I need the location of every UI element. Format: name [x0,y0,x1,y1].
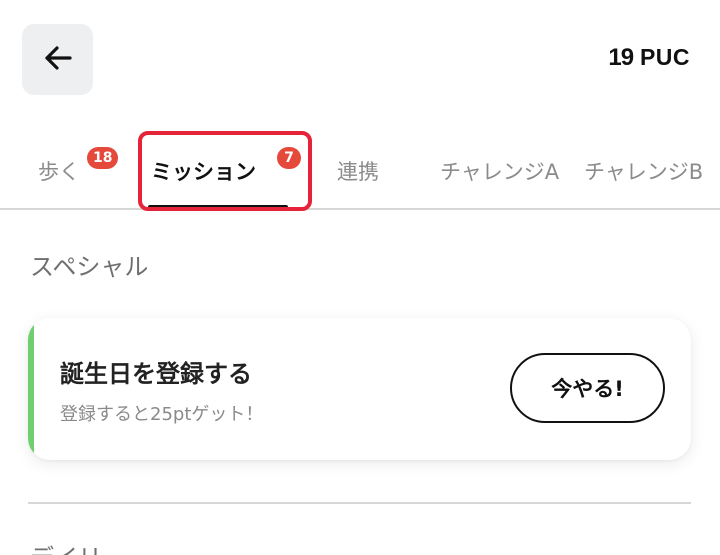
balance-unit: PUC [639,44,690,70]
balance-value: 19 [608,44,634,71]
mission-card: 誕生日を登録する 登録すると25ptゲット！ 今やる! [28,318,691,460]
tab-label: 歩く [38,160,80,184]
mission-title: 誕生日を登録する [60,360,252,388]
tab-challenge-b[interactable]: チャレンジB [584,135,703,207]
tab-walk-badge: 18 [87,147,119,169]
back-button[interactable] [22,24,93,95]
tab-mission-badge: 7 [277,147,301,169]
mission-subtitle: 登録すると25ptゲット！ [60,404,264,425]
card-accent-bar [28,318,34,460]
arrow-left-icon [42,42,74,78]
tab-bar-divider [0,208,720,210]
point-balance: 19 PUC [608,44,690,72]
section-title-special: スペシャル [30,253,149,281]
tab-label: 連携 [337,160,379,184]
tab-walk[interactable]: 歩く [38,135,80,207]
tab-challenge-a[interactable]: チャレンジA [440,135,559,207]
tab-label: チャレンジB [584,160,704,184]
do-now-button[interactable]: 今やる! [510,353,665,423]
section-divider [28,502,691,504]
mission-screen: 19 PUC 歩く 18 ミッション 7 連携 チャレンジA チャレンジB スペ… [0,0,720,555]
tab-bar: 歩く 18 ミッション 7 連携 チャレンジA チャレンジB [0,135,720,209]
tab-label: チャレンジA [440,160,560,184]
tab-mission[interactable]: ミッション [151,135,256,207]
section-title-daily: デイリー [30,538,126,555]
tab-label: ミッション [151,160,256,184]
tab-link[interactable]: 連携 [337,135,379,207]
